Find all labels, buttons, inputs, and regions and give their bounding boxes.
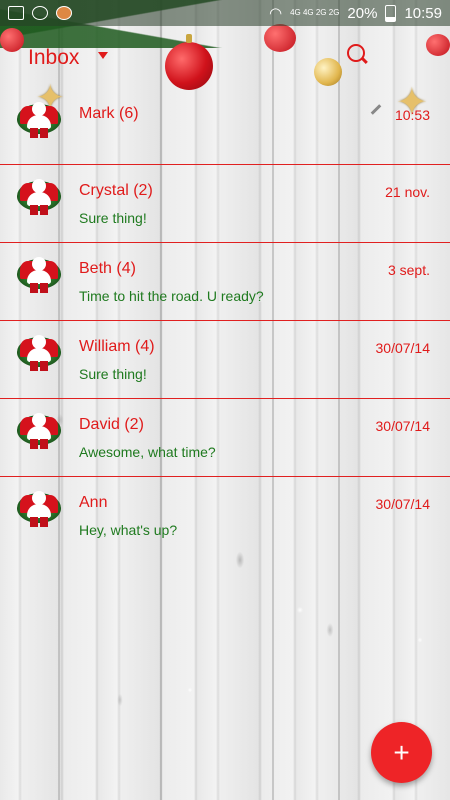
avatar[interactable]	[17, 331, 61, 375]
avatar[interactable]	[17, 175, 61, 219]
contact-name: Crystal (2)	[79, 182, 153, 199]
conversation-row-beth[interactable]: Beth (4) 3 sept. Time to hit the road. U…	[0, 243, 450, 321]
contact-name: David (2)	[79, 416, 144, 433]
new-message-button[interactable]: +	[371, 722, 432, 783]
contact-name: Mark (6)	[79, 105, 139, 122]
message-snippet: Awesome, what time?	[79, 444, 216, 460]
inbox-title[interactable]: Inbox	[28, 46, 79, 70]
message-snippet: Hey, what's up?	[79, 522, 178, 538]
message-snippet: Sure thing!	[79, 210, 147, 226]
message-date: 21 nov.	[385, 184, 430, 200]
contact-name: William (4)	[79, 338, 155, 355]
message-snippet: Time to hit the road. U ready?	[79, 288, 264, 304]
message-date: 30/07/14	[375, 496, 431, 512]
conversation-row-crystal[interactable]: Crystal (2) 21 nov. Sure thing!	[0, 165, 450, 243]
message-date: 3 sept.	[387, 262, 430, 278]
message-snippet: Sure thing!	[79, 366, 147, 382]
app-notification-icon	[56, 6, 72, 20]
missed-call-icon	[32, 6, 48, 20]
status-bar: ◠ 4G 4G 2G 2G 20% 10:59	[0, 0, 450, 26]
draft-pencil-icon	[370, 104, 382, 115]
chevron-down-icon[interactable]	[98, 52, 108, 59]
conversation-list: Mark (6) 10:53 Crystal (2) 21 nov. Sure …	[0, 88, 450, 554]
toolbar: Inbox	[0, 40, 450, 80]
battery-icon	[385, 4, 397, 22]
clock: 10:59	[404, 4, 442, 22]
avatar[interactable]	[17, 409, 61, 453]
message-date: 30/07/14	[375, 418, 431, 434]
avatar[interactable]	[17, 253, 61, 297]
conversation-row-mark[interactable]: Mark (6) 10:53	[0, 88, 450, 165]
wifi-icon: ◠	[268, 5, 283, 22]
network-indicator: 4G 4G 2G 2G	[290, 8, 340, 17]
image-icon	[8, 6, 24, 20]
conversation-row-ann[interactable]: Ann 30/07/14 Hey, what's up?	[0, 477, 450, 554]
contact-name: Beth (4)	[79, 260, 136, 277]
avatar[interactable]	[17, 487, 61, 531]
conversation-row-david[interactable]: David (2) 30/07/14 Awesome, what time?	[0, 399, 450, 477]
message-date: 10:53	[394, 107, 430, 123]
conversation-row-william[interactable]: William (4) 30/07/14 Sure thing!	[0, 321, 450, 399]
message-date: 30/07/14	[375, 340, 431, 356]
avatar[interactable]	[17, 98, 61, 142]
battery-percent: 20%	[347, 4, 378, 22]
contact-name: Ann	[79, 494, 108, 511]
search-icon[interactable]	[347, 44, 365, 62]
